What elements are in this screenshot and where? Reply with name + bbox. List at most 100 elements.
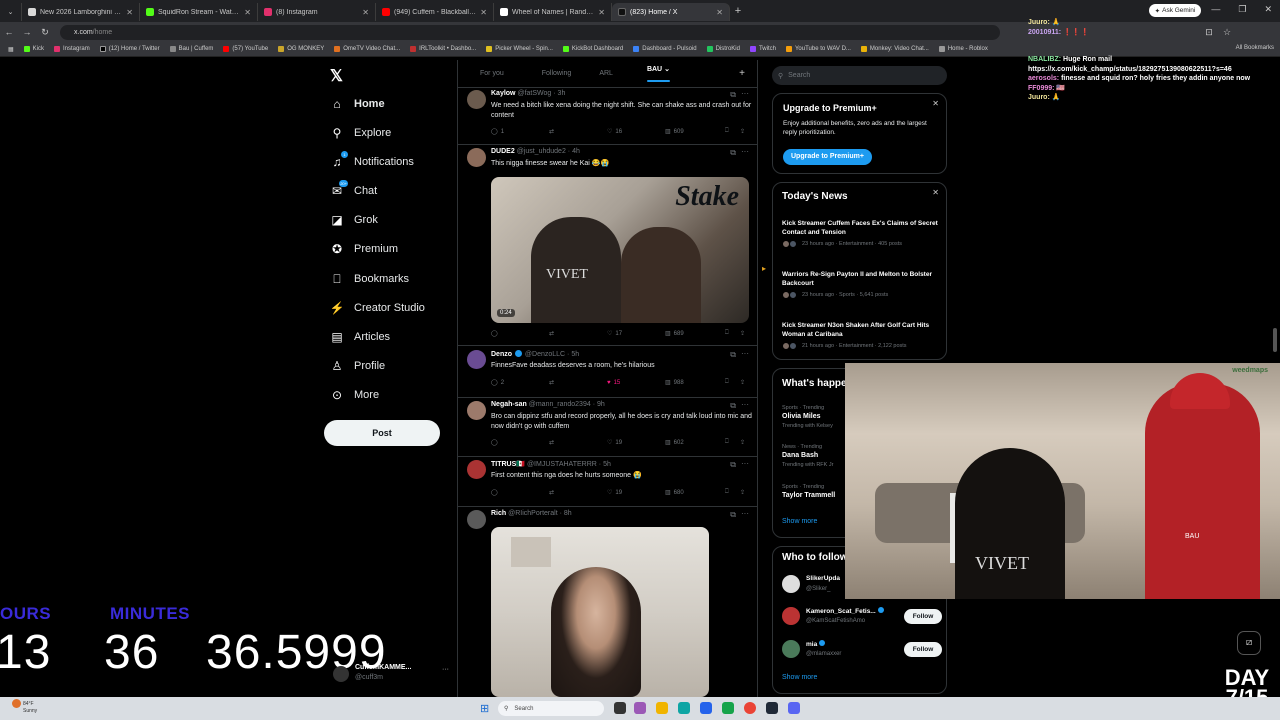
follow-suggestion[interactable]: Kameron_Scat_Fetis... @KamScatFetishAmo F… xyxy=(782,605,942,631)
trend-item[interactable]: Sports · Trending Olivia Miles Trending wi… xyxy=(782,404,833,430)
nav-profile[interactable]: ♙ Profile xyxy=(330,359,386,373)
bookmark[interactable]: (12) Home / Twitter xyxy=(99,46,160,52)
add-list-icon[interactable]: + xyxy=(739,68,745,79)
close-icon[interactable]: ✕ xyxy=(126,8,133,17)
follow-suggestion[interactable]: mia @mlamaxxer Follow xyxy=(782,638,942,664)
close-icon[interactable]: ✕ xyxy=(362,8,369,17)
more-icon[interactable]: ··· xyxy=(741,459,749,468)
reply-button[interactable]: ◯ xyxy=(491,330,549,337)
more-icon[interactable]: ··· xyxy=(741,509,749,518)
nav-grok[interactable]: ◪ Grok xyxy=(330,213,378,227)
nav-bookmarks[interactable]: ⎕ Bookmarks xyxy=(330,272,409,286)
tweet-video[interactable]: Stake VIVET 0:24 xyxy=(491,177,749,323)
bookmark-button[interactable]: ⎕ xyxy=(725,439,740,446)
avatar[interactable] xyxy=(467,148,486,167)
browser-tab[interactable]: (8) Instagram ✕ xyxy=(258,3,376,21)
bookmark[interactable]: OG MONKEY xyxy=(278,46,324,52)
more-icon[interactable]: ··· xyxy=(741,89,749,98)
views-button[interactable]: ▥ 680 xyxy=(665,489,725,497)
tweet[interactable]: Rich @RIichPorteralt · 8h ⧉ ··· xyxy=(458,508,757,700)
avatar[interactable] xyxy=(467,401,486,420)
bookmark[interactable]: Dashboard - Pulsoid xyxy=(633,46,697,52)
retweet-button[interactable]: ⇄ xyxy=(549,128,607,135)
search-input[interactable]: ⚲ Search xyxy=(772,66,947,85)
nav-chat[interactable]: ✉ 20+ Chat xyxy=(330,180,377,198)
close-icon[interactable]: ✕ xyxy=(598,8,605,17)
retweet-button[interactable]: ⇄ xyxy=(549,379,607,386)
post-button[interactable]: Post xyxy=(324,420,440,446)
windows-start-icon[interactable]: ⊞ xyxy=(480,702,489,715)
tweet-author[interactable]: Kaylow xyxy=(491,90,516,97)
tweet-author[interactable]: Negah-san xyxy=(491,401,527,408)
trend-item[interactable]: News · Trending Dana Bash Trending with RF… xyxy=(782,443,833,469)
news-item[interactable]: Warriors Re-Sign Payton II and Melton to… xyxy=(782,270,942,299)
taskbar-search[interactable]: ⚲ Search xyxy=(498,701,604,716)
browser-tab[interactable]: New 2026 Lamborghini Urus SE ✕ xyxy=(22,3,140,21)
xbox-icon[interactable] xyxy=(722,702,734,714)
nav-creator-studio[interactable]: ⚡ Creator Studio xyxy=(330,301,425,315)
grok-icon[interactable]: ⧉ xyxy=(730,510,736,520)
news-item[interactable]: Kick Streamer Cuffem Faces Ex's Claims o… xyxy=(782,219,942,248)
reply-button[interactable]: ◯ xyxy=(491,489,549,496)
nav-more[interactable]: ⊙ More xyxy=(330,388,379,402)
nav-premium[interactable]: ✪ Premium xyxy=(330,242,398,256)
bookmark[interactable]: OmeTV Video Chat... xyxy=(334,46,400,52)
tweet[interactable]: DUDE2 @just_uhdude2 · 4h ⧉ ··· This nigga… xyxy=(458,146,757,346)
share-icon[interactable]: ⇪ xyxy=(740,439,745,446)
like-button[interactable]: ♡ 19 xyxy=(607,439,665,447)
avatar[interactable] xyxy=(467,510,486,529)
reply-button[interactable]: ◯ xyxy=(491,439,549,446)
bookmark-button[interactable]: ⎕ xyxy=(725,128,740,135)
tweet[interactable]: TITRUS🇲🇽 @IMJUSTAHATERRR · 5h ⧉ ··· First… xyxy=(458,458,757,507)
browser-tab[interactable]: Wheel of Names | Random nam✕ xyxy=(494,3,612,21)
avatar[interactable] xyxy=(467,350,486,369)
bookmark[interactable]: Home - Roblox xyxy=(938,46,988,52)
share-icon[interactable]: ⇪ xyxy=(740,330,745,337)
more-icon[interactable]: ··· xyxy=(741,349,749,358)
retweet-button[interactable]: ⇄ xyxy=(549,439,607,446)
tab-down-arrow[interactable]: ⌄ xyxy=(0,3,22,21)
scrollbar-thumb[interactable] xyxy=(1273,328,1277,352)
tweet[interactable]: Kaylow @fatSWog · 3h ⧉ ··· We need a bitc… xyxy=(458,88,757,145)
grok-icon[interactable]: ⧉ xyxy=(730,350,736,360)
grok-float-button[interactable]: ⧄ xyxy=(1237,631,1261,655)
bookmark[interactable]: DistroKid xyxy=(706,46,740,52)
bookmark[interactable]: KickBot Dashboard xyxy=(562,46,623,52)
account-switcher[interactable]: CuffemKAMME... @cuff3m ··· xyxy=(333,662,451,686)
reload-icon[interactable]: ↻ xyxy=(36,27,54,38)
bookmark[interactable]: YouTube to WAV D... xyxy=(785,46,851,52)
tweet[interactable]: Negah-san @mann_rando2394 · 9h ⧉ ··· Bro … xyxy=(458,399,757,457)
show-more-link[interactable]: Show more xyxy=(782,674,817,681)
bookmark-button[interactable]: ⎕ xyxy=(725,330,740,337)
tab-arl[interactable]: ARL xyxy=(589,70,623,77)
close-icon[interactable]: ✕ xyxy=(244,8,251,17)
bookmark[interactable]: Monkey: Video Chat... xyxy=(860,46,929,52)
bookmark[interactable]: Instagram xyxy=(54,46,90,52)
forward-icon[interactable]: → xyxy=(18,27,36,37)
share-icon[interactable]: ⇪ xyxy=(740,128,745,135)
tweet[interactable]: Denzo @DenzoLLC · 5h ⧉ ··· FinnesFave dea… xyxy=(458,348,757,398)
trend-item[interactable]: Sports · Trending Taylor Trammell xyxy=(782,483,835,501)
avatar[interactable] xyxy=(467,90,486,109)
browser-tab-active[interactable]: (823) Home / X ✕ xyxy=(612,3,730,21)
x-logo[interactable]: 𝕏 xyxy=(330,66,343,86)
tab-following[interactable]: Following xyxy=(532,70,582,77)
upgrade-premium-button[interactable]: Upgrade to Premium+ xyxy=(783,149,872,165)
close-icon[interactable]: ✕ xyxy=(932,188,939,197)
tab-bau[interactable]: BAU ⌄ xyxy=(637,65,680,82)
grok-icon[interactable]: ⧉ xyxy=(730,401,736,411)
chrome-icon[interactable] xyxy=(744,702,756,714)
retweet-button[interactable]: ⇄ xyxy=(549,330,607,337)
views-button[interactable]: ▥ 689 xyxy=(665,330,725,338)
bookmark[interactable]: Picker Wheel - Spin... xyxy=(486,46,553,52)
share-icon[interactable]: ⇪ xyxy=(740,379,745,386)
share-icon[interactable]: ⇪ xyxy=(740,489,745,496)
follow-button[interactable]: Follow xyxy=(904,642,942,657)
like-button[interactable]: ♡ 16 xyxy=(607,128,665,136)
reply-button[interactable]: ◯ 1 xyxy=(491,128,549,136)
tweet-author[interactable]: DUDE2 xyxy=(491,148,515,155)
grok-icon[interactable]: ⧉ xyxy=(730,90,736,100)
tweet-author[interactable]: TITRUS🇲🇽 xyxy=(491,461,525,468)
url-field[interactable]: x.com/home xyxy=(60,24,1000,40)
close-icon[interactable]: ✕ xyxy=(716,8,723,17)
